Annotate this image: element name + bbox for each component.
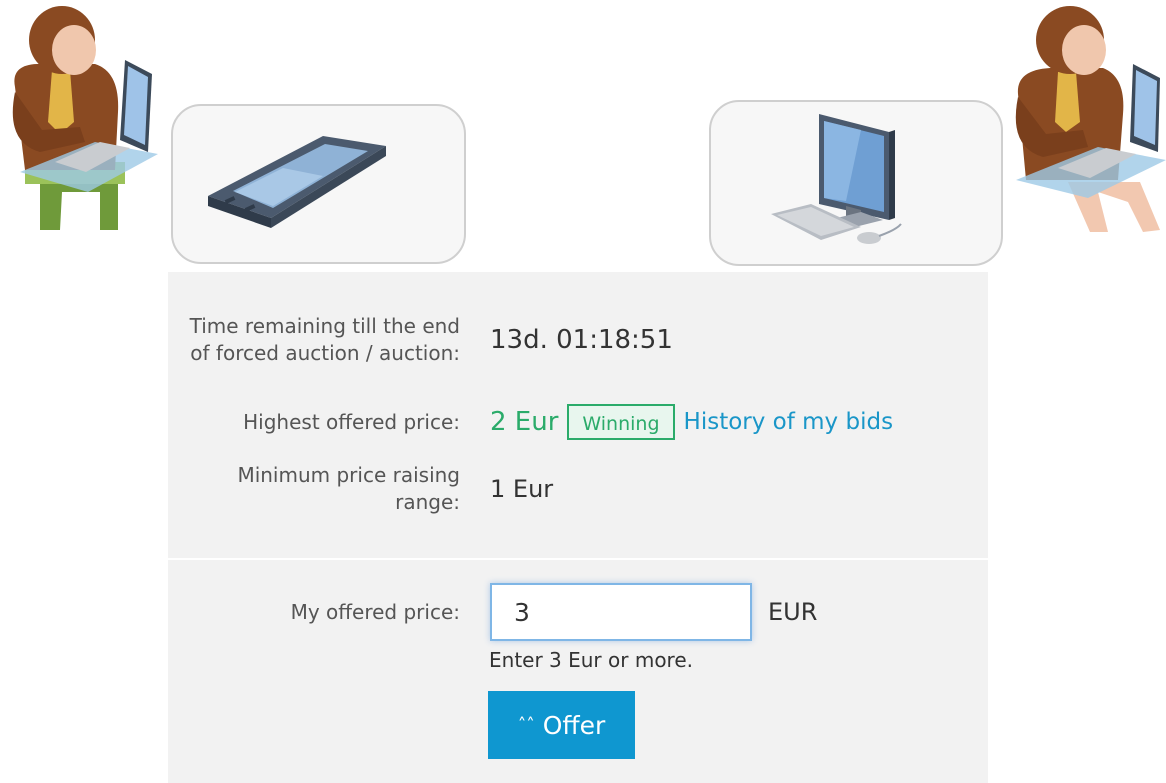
offer-button-label: Offer <box>542 710 606 740</box>
offer-row: My offered price: EUR <box>168 580 988 644</box>
time-remaining-value: 13d. 01:18:51 <box>490 325 673 355</box>
desktop-computer-icon <box>771 114 902 244</box>
time-remaining-label: Time remaining till the end of forced au… <box>189 314 460 365</box>
auction-bid-screen: Time remaining till the end of forced au… <box>0 0 1166 783</box>
min-offer-hint: Enter 3 Eur or more. <box>489 648 693 672</box>
person-with-laptop-icon <box>1015 6 1166 232</box>
time-remaining-row: Time remaining till the end of forced au… <box>168 296 988 384</box>
highest-price-value: 2 Eur <box>490 407 559 437</box>
offer-price-input[interactable] <box>490 583 752 641</box>
winning-status-badge: Winning <box>567 404 675 440</box>
desktop-device-box <box>709 100 1003 266</box>
offer-button[interactable]: ˄˄ Offer <box>488 691 635 759</box>
mobile-phone-icon <box>208 136 386 228</box>
offer-price-label: My offered price: <box>290 599 460 624</box>
person-with-laptop-icon <box>12 6 158 230</box>
bid-history-link[interactable]: History of my bids <box>684 409 894 435</box>
min-raise-row: Minimum price raising range: 1 Eur <box>168 458 988 520</box>
mobile-device-box <box>171 104 466 264</box>
double-chevron-up-icon: ˄˄ <box>517 715 535 735</box>
section-divider <box>168 558 988 560</box>
min-raise-label: Minimum price raising range: <box>237 463 460 514</box>
highest-price-row: Highest offered price: 2 Eur Winning His… <box>168 400 988 444</box>
currency-label: EUR <box>768 598 818 626</box>
min-raise-value: 1 Eur <box>490 475 554 503</box>
auction-panel: Time remaining till the end of forced au… <box>168 272 988 783</box>
highest-price-label: Highest offered price: <box>243 409 460 434</box>
